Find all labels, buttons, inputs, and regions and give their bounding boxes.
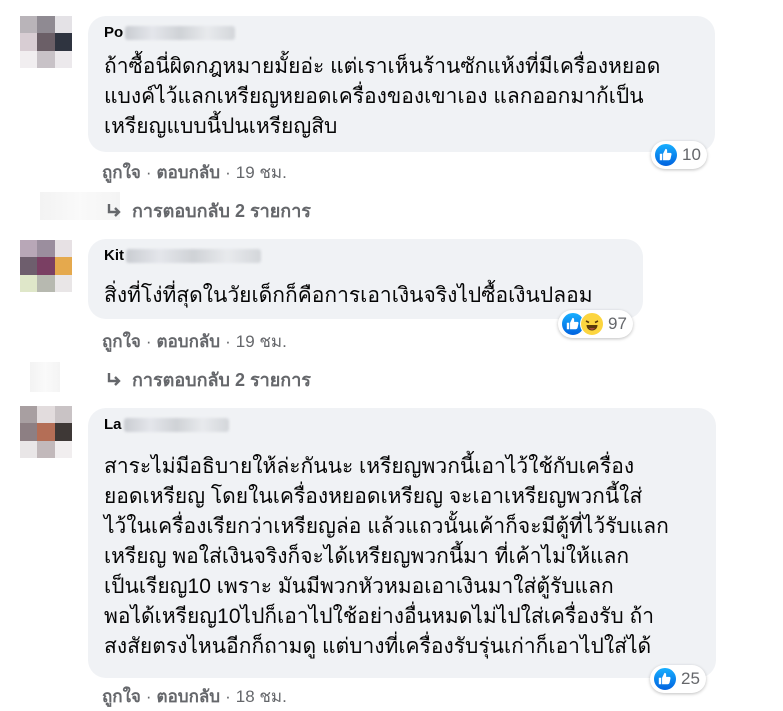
- like-link[interactable]: ถูกใจ: [102, 332, 141, 351]
- comment-author[interactable]: Kit: [104, 247, 261, 264]
- reaction-summary[interactable]: 25: [650, 665, 706, 693]
- reaction-count: 25: [681, 669, 700, 688]
- haha-icon: [580, 312, 604, 336]
- reply-link[interactable]: ตอบกลับ: [157, 332, 221, 351]
- like-icon: [654, 143, 678, 167]
- like-link[interactable]: ถูกใจ: [102, 687, 141, 706]
- reaction-count: 10: [682, 145, 701, 164]
- comment-text: ถ้าซื้อนี่ผิดกฎหมายมั้ยอ่ะ แต่เราเห็นร้า…: [104, 55, 661, 138]
- avatar[interactable]: [20, 16, 72, 68]
- avatar[interactable]: [20, 406, 72, 458]
- like-link[interactable]: ถูกใจ: [102, 163, 141, 182]
- blurred-name: [125, 26, 236, 41]
- reply-arrow-icon: [107, 372, 121, 386]
- reply-link[interactable]: ตอบกลับ: [157, 163, 221, 182]
- comment-time[interactable]: 18 ชม.: [236, 687, 287, 706]
- blurred-name: [126, 249, 261, 264]
- comment-author[interactable]: La: [104, 416, 229, 433]
- avatar[interactable]: [20, 240, 72, 292]
- comment-actions: ถูกใจ · ตอบกลับ · 18 ชม.: [102, 687, 287, 706]
- comment-time[interactable]: 19 ชม.: [236, 163, 287, 182]
- reaction-summary[interactable]: 10: [651, 141, 707, 169]
- view-replies[interactable]: การตอบกลับ 2 รายการ: [104, 365, 311, 394]
- comment-bubble: Po ถ้าซื้อนี่ผิดกฎหมายมั้ยอ่ะ แต่เราเห็น…: [88, 16, 715, 152]
- comment-actions: ถูกใจ · ตอบกลับ · 19 ชม.: [102, 163, 287, 182]
- comment-bubble: Kit สิ่งที่โง่ที่สุดในวัยเด็กก็คือการเอา…: [88, 239, 643, 319]
- reaction-summary[interactable]: 97: [558, 310, 633, 338]
- reply-arrow-icon: [107, 203, 121, 217]
- reply-link[interactable]: ตอบกลับ: [157, 687, 221, 706]
- reaction-count: 97: [608, 314, 627, 333]
- like-icon: [653, 667, 677, 691]
- blurred-name: [123, 418, 229, 433]
- comment-time[interactable]: 19 ชม.: [236, 332, 287, 351]
- comment-bubble: La สาระไม่มีอธิบายให้ล่ะกันนะ เหรียญพวกน…: [88, 408, 716, 678]
- comment-author[interactable]: Po: [104, 24, 236, 41]
- comment-text: สาระไม่มีอธิบายให้ล่ะกันนะ เหรียญพวกนี้เ…: [104, 455, 669, 658]
- faint-avatar: [30, 362, 60, 392]
- comment-text: สิ่งที่โง่ที่สุดในวัยเด็กก็คือการเอาเงิน…: [104, 284, 593, 307]
- view-replies[interactable]: การตอบกลับ 2 รายการ: [104, 196, 311, 225]
- comment-actions: ถูกใจ · ตอบกลับ · 19 ชม.: [102, 332, 287, 351]
